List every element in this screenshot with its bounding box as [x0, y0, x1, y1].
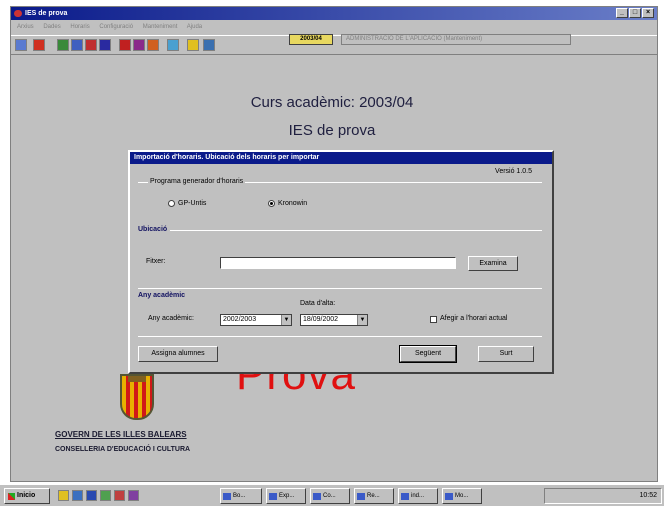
clock: 10:52 [639, 492, 657, 499]
crown-icon [128, 376, 146, 382]
toolbar-help-icon[interactable] [187, 39, 199, 51]
radio-label: GP-Untis [178, 200, 207, 207]
window-controls: _ □ × [616, 8, 654, 18]
file-path-input[interactable] [220, 257, 456, 269]
quicklaunch-icon[interactable] [58, 490, 69, 501]
quicklaunch-icon[interactable] [114, 490, 125, 501]
quicklaunch-icon[interactable] [128, 490, 139, 501]
toolbar-people-icon[interactable] [85, 39, 97, 51]
toolbar-report-icon[interactable] [147, 39, 159, 51]
desktop: IES de prova _ □ × Arxius Dades Horaris … [0, 0, 664, 506]
next-button[interactable]: Següent [399, 345, 457, 363]
year-select[interactable]: 2002/2003 ▼ [220, 314, 292, 326]
year-select-value: 2002/2003 [223, 316, 257, 323]
window-title: IES de prova [25, 10, 68, 17]
logo-line-2: CONSELLERIA D'EDUCACIÓ I CULTURA [55, 446, 191, 453]
logo-line-1: GOVERN DE LES ILLES BALEARS [55, 430, 187, 439]
menu-item-horaris[interactable]: Horaris [70, 24, 89, 30]
toolbar-exit-icon[interactable] [203, 39, 215, 51]
year-label: Any acadèmic: [148, 315, 194, 322]
minimize-button[interactable]: _ [616, 8, 628, 18]
current-year-box: 2003/04 [289, 34, 333, 45]
toolbar-book-icon[interactable] [99, 39, 111, 51]
maximize-button[interactable]: □ [629, 8, 641, 18]
task-button[interactable]: Mo... [442, 488, 482, 504]
radio-label: Kronowin [278, 200, 308, 207]
task-button[interactable]: Co... [310, 488, 350, 504]
menu-bar: Arxius Dades Horaris Configuració Manten… [11, 21, 657, 33]
location-section-title: Ubicació [138, 226, 168, 233]
toolbar-flag-icon[interactable] [119, 39, 131, 51]
menu-item-configuracio[interactable]: Configuració [99, 24, 133, 30]
append-checkbox[interactable] [430, 316, 437, 323]
app-icon [14, 10, 22, 17]
task-button[interactable]: Bo... [220, 488, 262, 504]
page-title: Curs acadèmic: 2003/04 [250, 94, 414, 111]
radio-kronowin[interactable]: Kronowin [268, 200, 307, 207]
quicklaunch-icon[interactable] [100, 490, 111, 501]
radio-button[interactable] [168, 200, 175, 207]
menu-item-manteniment[interactable]: Manteniment [143, 24, 178, 30]
date-picker[interactable]: 18/09/2002 ▼ [300, 314, 368, 326]
version-label: Versió 1.0.5 [495, 168, 532, 175]
menu-item-dades[interactable]: Dades [43, 24, 60, 30]
chevron-down-icon[interactable]: ▼ [281, 315, 291, 325]
toolbar-back-icon[interactable] [15, 39, 27, 51]
taskbar: Inicio Bo... Exp... Co... Re... ind... M… [0, 484, 664, 506]
toolbar-tool-icon[interactable] [33, 39, 45, 51]
dialog-title[interactable]: Importació d'horaris. Ubicació dels hora… [130, 152, 552, 164]
window-titlebar[interactable]: IES de prova _ □ × [11, 7, 657, 20]
quicklaunch-icon[interactable] [86, 490, 97, 501]
import-dialog: Importació d'horaris. Ubicació dels hora… [128, 150, 554, 374]
task-button[interactable]: Re... [354, 488, 394, 504]
menu-item-ajuda[interactable]: Ajuda [187, 24, 202, 30]
date-value: 18/09/2002 [303, 316, 339, 323]
program-group-label: Programa generador d'horaris [148, 178, 246, 185]
close-button[interactable]: × [642, 8, 654, 18]
browse-button[interactable]: Examina [468, 256, 518, 271]
quicklaunch-icon[interactable] [72, 490, 83, 501]
coat-of-arms-logo [120, 374, 154, 420]
system-tray: 10:52 [544, 488, 662, 504]
toolbar-calendar-icon[interactable] [133, 39, 145, 51]
chevron-down-icon[interactable]: ▼ [357, 315, 367, 325]
divider [138, 336, 542, 337]
radio-button-selected[interactable] [268, 200, 275, 207]
admin-mode-box: ADMINISTRACIÓ DE L'APLICACIÓ (Mantenimen… [341, 34, 571, 45]
radio-gp-untis[interactable]: GP-Untis [168, 200, 206, 207]
task-button[interactable]: Exp... [266, 488, 306, 504]
divider [138, 288, 542, 289]
append-label: Afegir a l'horari actual [440, 315, 508, 322]
start-button[interactable]: Inicio [4, 488, 50, 504]
year-section-title: Any acadèmic [138, 292, 186, 299]
divider [170, 230, 542, 231]
toolbar-settings-icon[interactable] [167, 39, 179, 51]
assign-students-button[interactable]: Assigna alumnes [138, 346, 218, 362]
toolbar-grid-icon[interactable] [57, 39, 69, 51]
file-label: Fitxer: [146, 258, 166, 265]
toolbar-table-icon[interactable] [71, 39, 83, 51]
menu-item-arxius[interactable]: Arxius [17, 24, 34, 30]
page-subtitle: IES de prova [288, 122, 376, 139]
exit-button[interactable]: Surt [478, 346, 534, 362]
task-button[interactable]: ind... [398, 488, 438, 504]
date-label: Data d'alta: [300, 300, 336, 307]
